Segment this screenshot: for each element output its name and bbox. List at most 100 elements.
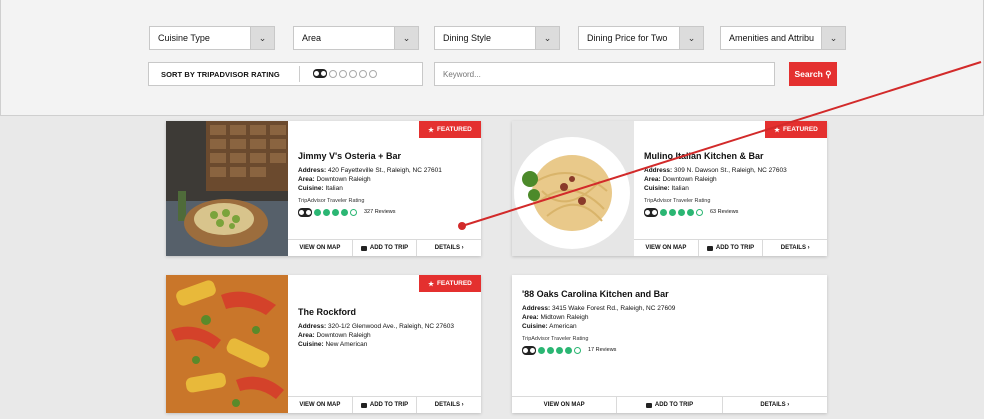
restaurant-photo — [512, 121, 634, 256]
area-label: Area: — [298, 332, 315, 339]
featured-label: FEATURED — [782, 126, 818, 133]
address-row: Address: 420 Fayetteville St., Raleigh, … — [298, 166, 442, 175]
view-on-map-button[interactable]: VIEW ON MAP — [512, 397, 618, 413]
rating-circle-3[interactable] — [349, 69, 357, 78]
sort-label: SORT BY TRIPADVISOR RATING — [161, 70, 280, 79]
address-label: Address: — [644, 167, 673, 174]
featured-badge: ★ FEATURED — [765, 121, 827, 138]
area-value: Downtown Raleigh — [316, 176, 371, 183]
rating-circle-4[interactable] — [359, 69, 367, 78]
view-on-map-button[interactable]: VIEW ON MAP — [288, 397, 353, 413]
rating-circle-2[interactable] — [339, 69, 347, 78]
details-button[interactable]: DETAILS › — [763, 240, 827, 256]
tripadvisor-owl-icon — [298, 208, 312, 217]
search-icon: ⚲ — [825, 68, 832, 79]
address-value: 309 N. Dawson St., Raleigh, NC 27603 — [674, 167, 787, 174]
review-count: 17 Reviews — [588, 347, 617, 353]
rating-dot-filled — [332, 209, 339, 216]
add-to-trip-button[interactable]: ADD TO TRIP — [699, 240, 764, 256]
tripadvisor-rating-label: TripAdvisor Traveler Rating — [298, 198, 365, 204]
rating-filter[interactable] — [313, 69, 377, 78]
rating-dot-filled — [547, 347, 554, 354]
star-icon: ★ — [428, 126, 434, 134]
area-select[interactable]: Area ⌄ — [293, 26, 419, 50]
rating-circle-1[interactable] — [329, 69, 337, 78]
dining-style-select[interactable]: Dining Style ⌄ — [434, 26, 560, 50]
restaurant-info: Mulino Italian Kitchen & Bar Address: 30… — [644, 151, 787, 217]
cuisine-label: Cuisine: — [298, 341, 324, 348]
details-button[interactable]: DETAILS › — [417, 397, 481, 413]
cuisine-value: American — [549, 323, 577, 330]
restaurant-card: '88 Oaks Carolina Kitchen and Bar Addres… — [512, 275, 827, 413]
cuisine-row: Cuisine: Italian — [644, 184, 787, 193]
amenities-select[interactable]: Amenities and Attribu ⌄ — [720, 26, 846, 50]
keyword-input[interactable] — [435, 63, 774, 85]
rating-dot-filled — [314, 209, 321, 216]
rating-dot-filled — [565, 347, 572, 354]
tripadvisor-owl-icon — [522, 346, 536, 355]
restaurant-title: '88 Oaks Carolina Kitchen and Bar — [522, 289, 669, 299]
rating-dot-empty — [350, 209, 357, 216]
restaurant-photo — [166, 275, 288, 413]
details-button[interactable]: DETAILS › — [723, 397, 827, 413]
add-to-trip-label: ADD TO TRIP — [715, 245, 755, 251]
area-label: Area: — [298, 176, 315, 183]
add-to-trip-label: ADD TO TRIP — [369, 245, 409, 251]
address-value: 320-1/2 Glenwood Ave., Raleigh, NC 27603 — [328, 323, 454, 330]
area-row: Area: Midtown Raleigh — [522, 313, 675, 322]
price-select[interactable]: Dining Price for Two ⌄ — [578, 26, 704, 50]
featured-badge: ★ FEATURED — [419, 121, 481, 138]
tripadvisor-owl-icon — [313, 69, 327, 78]
view-on-map-button[interactable]: VIEW ON MAP — [288, 240, 353, 256]
restaurant-photo — [166, 121, 288, 256]
sort-by-rating[interactable]: SORT BY TRIPADVISOR RATING — [148, 62, 423, 86]
area-row: Area: Downtown Raleigh — [644, 175, 787, 184]
address-row: Address: 309 N. Dawson St., Raleigh, NC … — [644, 166, 787, 175]
rating-circle-5[interactable] — [369, 69, 377, 78]
restaurant-card: ★ FEATURED Mulino Italian Kitchen & Bar A… — [512, 121, 827, 256]
cuisine-value: Italian — [671, 185, 689, 192]
address-value: 420 Fayetteville St., Raleigh, NC 27601 — [328, 167, 442, 174]
card-actions: VIEW ON MAP ADD TO TRIP DETAILS › — [288, 396, 481, 413]
restaurant-info: Jimmy V's Osteria + Bar Address: 420 Fay… — [298, 151, 442, 217]
cuisine-value: New American — [325, 341, 368, 348]
tripadvisor-owl-icon — [644, 208, 658, 217]
search-label: Search — [794, 68, 823, 79]
filter-bar: Cuisine Type ⌄ Area ⌄ Dining Style ⌄ Din… — [0, 0, 984, 116]
add-to-trip-button[interactable]: ADD TO TRIP — [617, 397, 723, 413]
address-row: Address: 3415 Wake Forest Rd., Raleigh, … — [522, 304, 675, 313]
view-on-map-button[interactable]: VIEW ON MAP — [634, 240, 699, 256]
add-to-trip-label: ADD TO TRIP — [654, 402, 694, 408]
tripadvisor-rating: 63 Reviews — [644, 208, 787, 217]
address-row: Address: 320-1/2 Glenwood Ave., Raleigh,… — [298, 322, 469, 331]
rating-dot-filled — [556, 347, 563, 354]
chevron-down-icon: ⌄ — [535, 27, 559, 49]
rating-dot-filled — [669, 209, 676, 216]
restaurant-info: The Rockford Address: 320-1/2 Glenwood A… — [298, 307, 469, 349]
add-to-trip-label: ADD TO TRIP — [369, 402, 409, 408]
bag-icon — [360, 245, 367, 251]
bag-icon — [360, 402, 367, 408]
address-value: 3415 Wake Forest Rd., Raleigh, NC 27609 — [552, 305, 676, 312]
cuisine-label: Cuisine: — [522, 323, 548, 330]
featured-badge: ★ FEATURED — [419, 275, 481, 292]
area-value: Downtown Raleigh — [662, 176, 717, 183]
card-actions: VIEW ON MAP ADD TO TRIP DETAILS › — [512, 396, 827, 413]
rating-dot-empty — [574, 347, 581, 354]
cuisine-type-select[interactable]: Cuisine Type ⌄ — [149, 26, 275, 50]
add-to-trip-button[interactable]: ADD TO TRIP — [353, 240, 418, 256]
rating-dot-filled — [687, 209, 694, 216]
restaurant-title: Jimmy V's Osteria + Bar — [298, 151, 401, 161]
restaurant-title: The Rockford — [298, 307, 357, 317]
details-button[interactable]: DETAILS › — [417, 240, 481, 256]
cuisine-label: Cuisine: — [298, 185, 324, 192]
restaurant-info: '88 Oaks Carolina Kitchen and Bar Addres… — [522, 289, 675, 355]
search-button[interactable]: Search ⚲ — [789, 62, 837, 86]
bag-icon — [706, 245, 713, 251]
cuisine-value: Italian — [325, 185, 343, 192]
keyword-field[interactable] — [434, 62, 775, 86]
amenities-label: Amenities and Attribu — [729, 33, 815, 43]
add-to-trip-button[interactable]: ADD TO TRIP — [353, 397, 418, 413]
featured-label: FEATURED — [436, 126, 472, 133]
card-actions: VIEW ON MAP ADD TO TRIP DETAILS › — [288, 239, 481, 256]
